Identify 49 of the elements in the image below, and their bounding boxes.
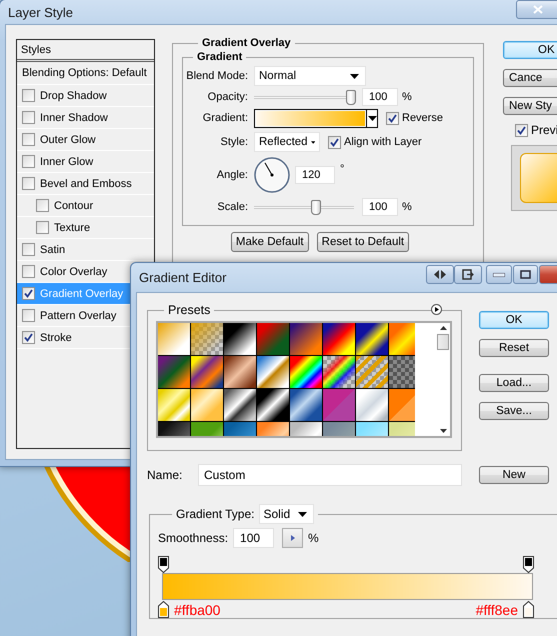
gradient-type-dropdown[interactable]: Solid — [258, 504, 314, 524]
unit-label: % — [402, 201, 412, 213]
checkbox-label: Align with Layer — [344, 136, 422, 148]
style-item[interactable]: Blending Options: Default — [17, 62, 154, 85]
field-label: Smoothness: — [158, 531, 228, 545]
style-item[interactable]: Inner Glow — [17, 151, 154, 173]
field-label: Gradient Type: — [176, 507, 254, 521]
checkbox-label: Reverse — [402, 112, 443, 124]
dialog-button[interactable]: OK — [503, 41, 557, 59]
blend-mode-dropdown[interactable]: Normal — [254, 66, 366, 86]
field-label: Opacity: — [206, 91, 248, 103]
field-label: Name: — [147, 468, 184, 482]
dialog-button[interactable]: Make Default — [230, 232, 309, 252]
name-input[interactable]: Custom — [198, 464, 462, 486]
style-item[interactable]: Inner Shadow — [17, 107, 154, 129]
section-title: Gradient Overlay — [201, 37, 292, 49]
styles-header: Styles — [17, 40, 154, 62]
unit-label: % — [308, 531, 319, 545]
smoothness-input[interactable]: 100 — [233, 528, 274, 548]
dialog-button[interactable]: Load... — [479, 374, 549, 392]
unit-label: ° — [340, 163, 344, 175]
field-label: Blend Mode: — [185, 70, 248, 82]
unit-label: % — [402, 91, 412, 103]
scale-input[interactable]: 100 — [362, 198, 398, 216]
style-item[interactable]: Outer Glow — [17, 129, 154, 151]
dialog-button[interactable]: OK — [479, 311, 549, 329]
style-item[interactable]: Bevel and Emboss — [17, 173, 154, 195]
dialog-button[interactable]: New — [479, 466, 549, 484]
style-item[interactable]: Contour — [17, 195, 154, 217]
dialog-button[interactable]: Cance — [503, 69, 557, 87]
style-dropdown[interactable]: Reflected — [254, 132, 320, 152]
section-title: Gradient — [196, 51, 244, 63]
angle-input[interactable]: 120 — [295, 166, 335, 184]
dialog-button[interactable]: Save... — [479, 402, 549, 420]
dialog-button[interactable]: Reset — [479, 339, 549, 357]
section-title: Presets — [167, 303, 212, 317]
style-item[interactable]: Drop Shadow — [17, 85, 154, 107]
color-code: #fff8ee — [476, 602, 518, 618]
field-label: Gradient: — [202, 112, 248, 124]
field-label: Angle: — [216, 169, 248, 181]
dialog-button[interactable]: Reset to Default — [316, 232, 410, 252]
color-code: #ffba00 — [174, 602, 220, 618]
style-item[interactable]: Texture — [17, 217, 154, 239]
style-item[interactable]: Satin — [17, 239, 154, 261]
dialog-button[interactable]: New Sty — [503, 97, 557, 115]
opacity-input[interactable]: 100 — [362, 88, 398, 106]
window-title: Layer Style — [7, 4, 74, 20]
field-label: Scale: — [216, 201, 248, 213]
field-label: Style: — [219, 136, 248, 148]
